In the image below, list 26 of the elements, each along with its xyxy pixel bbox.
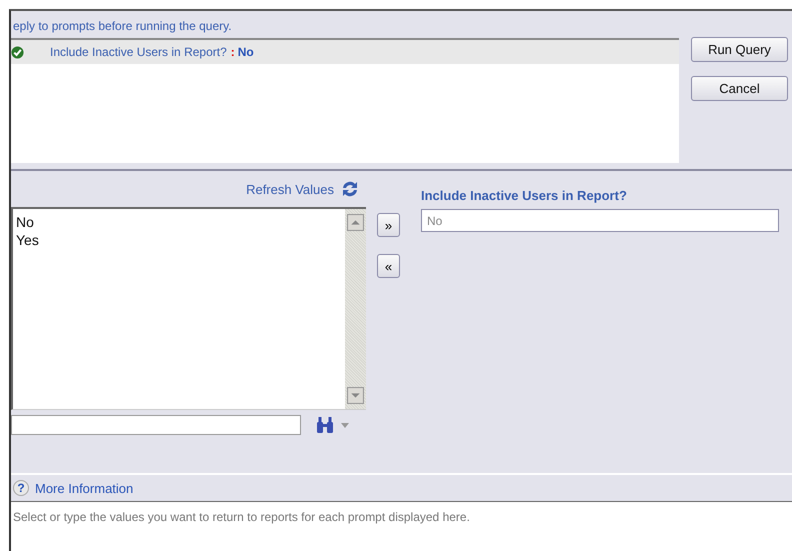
prompt-label: Include Inactive Users in Report? [50,45,227,59]
prompt-value: No [238,45,254,59]
more-information-link[interactable]: More Information [35,480,134,496]
add-button[interactable]: » [377,213,400,237]
run-query-button[interactable]: Run Query [691,37,788,62]
refresh-link[interactable]: Refresh Values [246,182,334,196]
dropdown-caret-icon[interactable] [341,422,349,428]
cancel-button[interactable]: Cancel [691,76,788,101]
help-icon[interactable]: ? [13,480,29,496]
scroll-down-icon[interactable] [347,387,364,404]
scroll-up-icon[interactable] [347,214,364,231]
value-item[interactable]: Yes [16,231,342,249]
prompt-title: Include Inactive Users in Report? [421,188,628,203]
description-text: Select or type the values you want to return to reports for each prompt displayed here. [11,502,792,551]
refresh-icon[interactable] [340,179,360,199]
separator-text: : [230,45,235,59]
instruction-text: eply to prompts before running the query. [12,18,233,35]
search-field[interactable] [11,415,301,435]
value-item[interactable]: No [16,213,342,231]
binoculars-icon[interactable] [315,416,335,434]
prompt-row[interactable]: Include Inactive Users in Report? : No [11,40,679,64]
prompt-list[interactable]: Include Inactive Users in Report? : No [11,38,679,163]
selected-value-field[interactable]: No [421,209,779,232]
scrollbar[interactable] [345,209,366,409]
remove-button[interactable]: « [377,254,400,278]
values-listbox[interactable]: No Yes [11,207,366,410]
